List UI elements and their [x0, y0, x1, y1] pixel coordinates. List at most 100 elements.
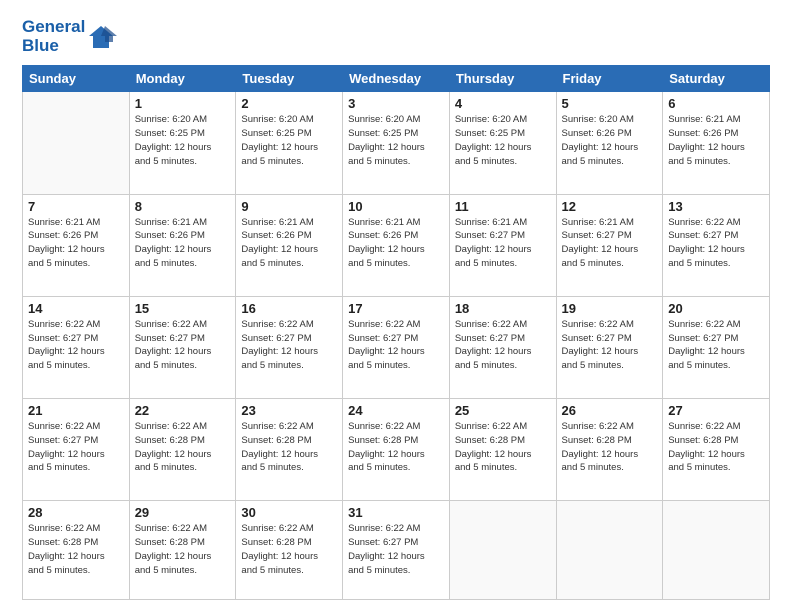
- col-header-monday: Monday: [129, 66, 236, 92]
- day-number: 16: [241, 301, 337, 316]
- day-info: Sunrise: 6:22 AM Sunset: 6:27 PM Dayligh…: [135, 318, 231, 373]
- calendar-cell: [449, 501, 556, 600]
- calendar-cell: 4 Sunrise: 6:20 AM Sunset: 6:25 PM Daylig…: [449, 92, 556, 194]
- calendar-cell: 23Sunrise: 6:22 AM Sunset: 6:28 PM Dayli…: [236, 399, 343, 501]
- day-number: 30: [241, 505, 337, 520]
- day-info: Sunrise: 6:22 AM Sunset: 6:28 PM Dayligh…: [562, 420, 658, 475]
- day-number: 24: [348, 403, 444, 418]
- col-header-sunday: Sunday: [23, 66, 130, 92]
- day-info: Sunrise: 6:22 AM Sunset: 6:27 PM Dayligh…: [348, 522, 444, 577]
- calendar-cell: 14 Sunrise: 6:22 AM Sunset: 6:27 PM Dayli…: [23, 296, 130, 398]
- logo-icon: [87, 22, 117, 52]
- day-info: Sunrise: 6:22 AM Sunset: 6:28 PM Dayligh…: [241, 420, 337, 475]
- day-number: 4: [455, 96, 551, 111]
- day-info: Sunrise: 6:21 AM Sunset: 6:27 PM Dayligh…: [562, 216, 658, 271]
- day-info: Sunrise: 6:22 AM Sunset: 6:27 PM Dayligh…: [28, 420, 124, 475]
- calendar-cell: 30 Sunrise: 6:22 AM Sunset: 6:28 PM Dayli…: [236, 501, 343, 600]
- calendar-cell: 2 Sunrise: 6:20 AM Sunset: 6:25 PM Daylig…: [236, 92, 343, 194]
- calendar-cell: 3 Sunrise: 6:20 AM Sunset: 6:25 PM Daylig…: [343, 92, 450, 194]
- day-info: Sunrise: 6:22 AM Sunset: 6:27 PM Dayligh…: [562, 318, 658, 373]
- calendar-cell: 19 Sunrise: 6:22 AM Sunset: 6:27 PM Dayli…: [556, 296, 663, 398]
- calendar-cell: 12 Sunrise: 6:21 AM Sunset: 6:27 PM Dayli…: [556, 194, 663, 296]
- day-info: Sunrise: 6:22 AM Sunset: 6:28 PM Dayligh…: [135, 420, 231, 475]
- day-info: Sunrise: 6:21 AM Sunset: 6:26 PM Dayligh…: [28, 216, 124, 271]
- logo-blue: Blue: [22, 37, 85, 56]
- calendar-cell: 5 Sunrise: 6:20 AM Sunset: 6:26 PM Daylig…: [556, 92, 663, 194]
- calendar-cell: 8Sunrise: 6:21 AM Sunset: 6:26 PM Daylig…: [129, 194, 236, 296]
- calendar-cell: 27 Sunrise: 6:22 AM Sunset: 6:28 PM Dayli…: [663, 399, 770, 501]
- day-info: Sunrise: 6:22 AM Sunset: 6:27 PM Dayligh…: [455, 318, 551, 373]
- day-number: 17: [348, 301, 444, 316]
- calendar-cell: 18Sunrise: 6:22 AM Sunset: 6:27 PM Dayli…: [449, 296, 556, 398]
- day-info: Sunrise: 6:20 AM Sunset: 6:25 PM Dayligh…: [348, 113, 444, 168]
- day-info: Sunrise: 6:22 AM Sunset: 6:28 PM Dayligh…: [348, 420, 444, 475]
- page: General Blue SundayMondayTuesdayWednesda…: [0, 0, 792, 612]
- logo-general: General: [22, 17, 85, 36]
- day-number: 20: [668, 301, 764, 316]
- calendar-cell: 26 Sunrise: 6:22 AM Sunset: 6:28 PM Dayli…: [556, 399, 663, 501]
- day-number: 9: [241, 199, 337, 214]
- calendar-cell: 7 Sunrise: 6:21 AM Sunset: 6:26 PM Daylig…: [23, 194, 130, 296]
- calendar-cell: 16 Sunrise: 6:22 AM Sunset: 6:27 PM Dayli…: [236, 296, 343, 398]
- col-header-saturday: Saturday: [663, 66, 770, 92]
- day-number: 22: [135, 403, 231, 418]
- calendar-cell: 29 Sunrise: 6:22 AM Sunset: 6:28 PM Dayli…: [129, 501, 236, 600]
- calendar-cell: [663, 501, 770, 600]
- day-info: Sunrise: 6:20 AM Sunset: 6:25 PM Dayligh…: [455, 113, 551, 168]
- day-info: Sunrise: 6:21 AM Sunset: 6:26 PM Dayligh…: [668, 113, 764, 168]
- col-header-wednesday: Wednesday: [343, 66, 450, 92]
- calendar-cell: 28 Sunrise: 6:22 AM Sunset: 6:28 PM Dayli…: [23, 501, 130, 600]
- day-info: Sunrise: 6:22 AM Sunset: 6:28 PM Dayligh…: [28, 522, 124, 577]
- calendar-cell: 10Sunrise: 6:21 AM Sunset: 6:26 PM Dayli…: [343, 194, 450, 296]
- day-number: 25: [455, 403, 551, 418]
- logo-blue-text: Blue: [22, 36, 59, 55]
- day-number: 3: [348, 96, 444, 111]
- day-number: 29: [135, 505, 231, 520]
- day-number: 26: [562, 403, 658, 418]
- day-number: 28: [28, 505, 124, 520]
- day-info: Sunrise: 6:20 AM Sunset: 6:25 PM Dayligh…: [241, 113, 337, 168]
- day-info: Sunrise: 6:21 AM Sunset: 6:26 PM Dayligh…: [348, 216, 444, 271]
- calendar-cell: 25 Sunrise: 6:22 AM Sunset: 6:28 PM Dayli…: [449, 399, 556, 501]
- day-info: Sunrise: 6:21 AM Sunset: 6:27 PM Dayligh…: [455, 216, 551, 271]
- calendar-cell: 6 Sunrise: 6:21 AM Sunset: 6:26 PM Daylig…: [663, 92, 770, 194]
- day-info: Sunrise: 6:22 AM Sunset: 6:27 PM Dayligh…: [28, 318, 124, 373]
- day-number: 21: [28, 403, 124, 418]
- day-number: 31: [348, 505, 444, 520]
- header: General Blue: [22, 18, 770, 55]
- day-number: 12: [562, 199, 658, 214]
- logo: General Blue: [22, 18, 117, 55]
- day-number: 6: [668, 96, 764, 111]
- day-number: 14: [28, 301, 124, 316]
- day-number: 8: [135, 199, 231, 214]
- day-number: 27: [668, 403, 764, 418]
- day-info: Sunrise: 6:22 AM Sunset: 6:27 PM Dayligh…: [668, 318, 764, 373]
- calendar-cell: 11 Sunrise: 6:21 AM Sunset: 6:27 PM Dayli…: [449, 194, 556, 296]
- day-info: Sunrise: 6:22 AM Sunset: 6:28 PM Dayligh…: [241, 522, 337, 577]
- day-info: Sunrise: 6:22 AM Sunset: 6:28 PM Dayligh…: [668, 420, 764, 475]
- calendar-cell: 31 Sunrise: 6:22 AM Sunset: 6:27 PM Dayli…: [343, 501, 450, 600]
- day-info: Sunrise: 6:20 AM Sunset: 6:26 PM Dayligh…: [562, 113, 658, 168]
- day-number: 19: [562, 301, 658, 316]
- calendar-cell: 13Sunrise: 6:22 AM Sunset: 6:27 PM Dayli…: [663, 194, 770, 296]
- day-info: Sunrise: 6:22 AM Sunset: 6:28 PM Dayligh…: [135, 522, 231, 577]
- day-info: Sunrise: 6:22 AM Sunset: 6:27 PM Dayligh…: [241, 318, 337, 373]
- calendar-cell: 20 Sunrise: 6:22 AM Sunset: 6:27 PM Dayli…: [663, 296, 770, 398]
- col-header-friday: Friday: [556, 66, 663, 92]
- day-number: 11: [455, 199, 551, 214]
- day-number: 5: [562, 96, 658, 111]
- day-info: Sunrise: 6:20 AM Sunset: 6:25 PM Dayligh…: [135, 113, 231, 168]
- day-number: 15: [135, 301, 231, 316]
- calendar-cell: 15 Sunrise: 6:22 AM Sunset: 6:27 PM Dayli…: [129, 296, 236, 398]
- day-number: 2: [241, 96, 337, 111]
- calendar: SundayMondayTuesdayWednesdayThursdayFrid…: [22, 65, 770, 600]
- calendar-cell: [23, 92, 130, 194]
- logo-text: General: [22, 18, 85, 37]
- calendar-cell: [556, 501, 663, 600]
- day-number: 7: [28, 199, 124, 214]
- day-info: Sunrise: 6:22 AM Sunset: 6:28 PM Dayligh…: [455, 420, 551, 475]
- calendar-cell: 21 Sunrise: 6:22 AM Sunset: 6:27 PM Dayli…: [23, 399, 130, 501]
- calendar-cell: 9Sunrise: 6:21 AM Sunset: 6:26 PM Daylig…: [236, 194, 343, 296]
- day-number: 1: [135, 96, 231, 111]
- calendar-cell: 24 Sunrise: 6:22 AM Sunset: 6:28 PM Dayli…: [343, 399, 450, 501]
